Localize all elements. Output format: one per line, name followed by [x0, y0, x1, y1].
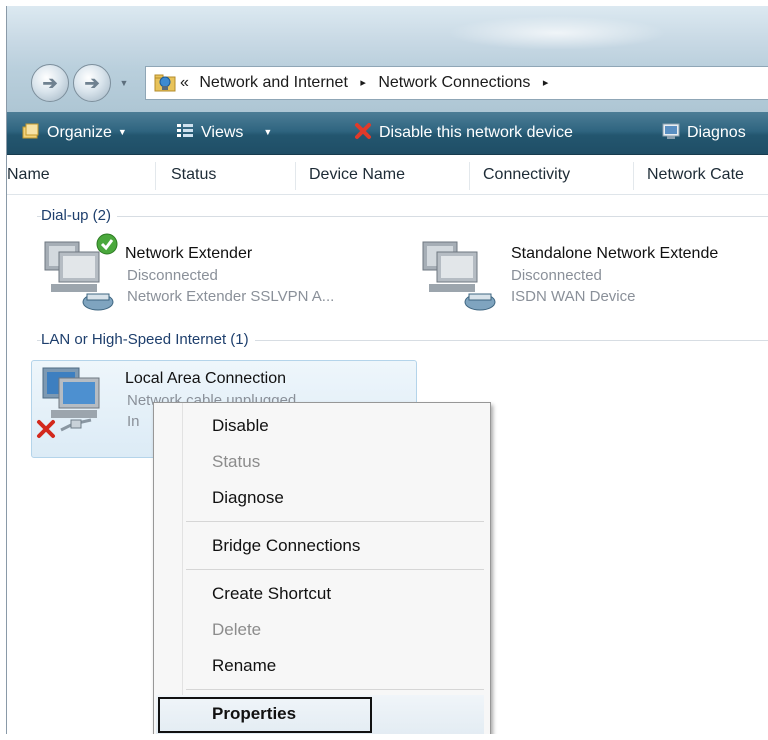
column-divider[interactable]: [633, 162, 634, 190]
forward-arrow-icon: ➔: [84, 72, 100, 93]
context-menu: Disable Status Diagnose Bridge Connectio…: [153, 402, 491, 734]
views-label: Views: [201, 124, 244, 141]
organize-button[interactable]: Organize ▼: [21, 112, 127, 154]
network-cable-icon: [60, 418, 92, 432]
item-device: ISDN WAN Device: [511, 288, 636, 305]
menu-separator: [186, 689, 484, 690]
diagnose-button[interactable]: Diagnos: [661, 112, 746, 154]
back-button[interactable]: ➔: [31, 64, 69, 102]
chevron-down-icon: ▼: [263, 127, 273, 137]
menu-separator: [186, 521, 484, 522]
column-status[interactable]: Status: [171, 156, 216, 194]
explorer-window: ➔ ➔ ▼ « Network and Internet ▸ Network C…: [6, 6, 768, 734]
title-bar: ➔ ➔ ▼ « Network and Internet ▸ Network C…: [7, 6, 768, 112]
column-network-category[interactable]: Network Cate: [647, 156, 744, 194]
title-glow: [447, 16, 667, 50]
item-status: Disconnected: [127, 267, 218, 284]
breadcrumb-separator[interactable]: ▸: [360, 77, 366, 89]
menu-item-disable[interactable]: Disable: [212, 409, 269, 443]
item-device: Network Extender SSLVPN A...: [127, 288, 335, 305]
forward-button[interactable]: ➔: [73, 64, 111, 102]
column-divider[interactable]: [155, 162, 156, 190]
item-status: Disconnected: [511, 267, 602, 284]
item-name[interactable]: Local Area Connection: [125, 368, 286, 390]
breadcrumb: « Network and Internet ▸ Network Connect…: [180, 67, 556, 99]
item-device: In: [127, 413, 140, 430]
properties-callout-box: [158, 697, 372, 733]
item-name[interactable]: Network Extender: [125, 243, 252, 265]
breadcrumb-prefix[interactable]: «: [180, 74, 189, 91]
history-dropdown-icon[interactable]: ▼: [117, 78, 131, 92]
group-divider: [37, 216, 768, 217]
menu-gutter: [182, 403, 183, 734]
column-divider[interactable]: [469, 162, 470, 190]
breadcrumb-separator[interactable]: ▸: [543, 77, 549, 89]
column-name[interactable]: Name: [7, 156, 50, 194]
check-icon: [96, 233, 118, 255]
column-headers: Name Status Device Name Connectivity Net…: [7, 156, 768, 195]
views-button[interactable]: Views ▼: [175, 112, 272, 154]
diagnose-icon: [662, 123, 680, 139]
network-folder-icon: [154, 74, 176, 92]
group-lan[interactable]: LAN or High-Speed Internet (1): [41, 329, 255, 351]
diagnose-label: Diagnos: [687, 124, 746, 141]
disable-label: Disable this network device: [379, 124, 573, 141]
views-icon: [177, 123, 193, 137]
column-divider[interactable]: [295, 162, 296, 190]
group-dialup[interactable]: Dial-up (2): [41, 205, 118, 227]
organize-label: Organize: [47, 124, 112, 141]
menu-item-diagnose[interactable]: Diagnose: [212, 481, 284, 515]
menu-item-rename[interactable]: Rename: [212, 649, 276, 683]
menu-separator: [186, 569, 484, 570]
disable-x-icon: [355, 122, 371, 139]
column-device-name[interactable]: Device Name: [309, 156, 405, 194]
error-x-icon: [37, 420, 55, 438]
menu-item-status[interactable]: Status: [212, 445, 260, 479]
back-arrow-icon: ➔: [42, 72, 58, 93]
column-connectivity[interactable]: Connectivity: [483, 156, 570, 194]
modem-icon: [464, 293, 496, 311]
organize-icon: [22, 123, 39, 139]
address-bar[interactable]: « Network and Internet ▸ Network Connect…: [145, 66, 768, 100]
item-name[interactable]: Standalone Network Extende: [511, 243, 718, 265]
breadcrumb-network-and-internet[interactable]: Network and Internet: [199, 74, 348, 91]
disable-device-button[interactable]: Disable this network device: [353, 112, 573, 154]
chevron-down-icon: ▼: [117, 127, 127, 137]
command-toolbar: Organize ▼ Views ▼ Disable this network de…: [7, 112, 768, 155]
breadcrumb-network-connections[interactable]: Network Connections: [378, 74, 530, 91]
menu-item-bridge-connections[interactable]: Bridge Connections: [212, 529, 360, 563]
menu-item-delete[interactable]: Delete: [212, 613, 261, 647]
modem-icon: [82, 293, 114, 311]
menu-item-create-shortcut[interactable]: Create Shortcut: [212, 577, 331, 611]
